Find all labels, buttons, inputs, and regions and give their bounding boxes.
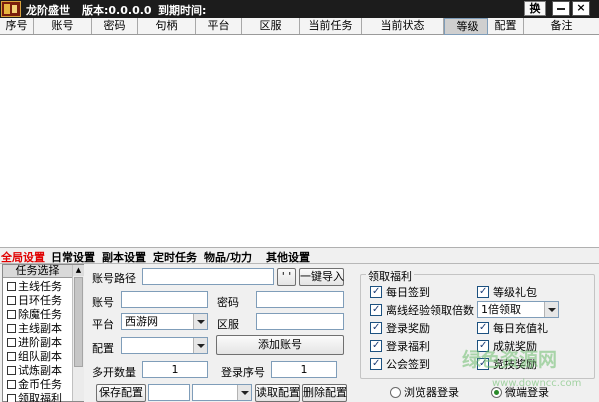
- checkbox-checked-icon[interactable]: [370, 357, 382, 370]
- col-index[interactable]: 序号: [0, 18, 34, 34]
- rewards-group-title: 领取福利: [366, 268, 414, 284]
- guild-signin-checkbox[interactable]: 公会签到: [370, 357, 430, 371]
- radio-icon[interactable]: [390, 387, 401, 398]
- switch-button[interactable]: 换: [524, 1, 546, 16]
- minimize-button[interactable]: [552, 1, 570, 16]
- login-reward-checkbox[interactable]: 登录奖励: [370, 321, 430, 335]
- close-button[interactable]: ×: [572, 1, 590, 16]
- col-server[interactable]: 区服: [242, 18, 300, 34]
- chevron-down-icon[interactable]: [193, 338, 207, 353]
- col-level[interactable]: 等级: [444, 18, 488, 35]
- checkbox-checked-icon[interactable]: [370, 285, 382, 298]
- config-slot-select[interactable]: [192, 384, 252, 401]
- app-logo-icon: [1, 1, 21, 17]
- login-seq-label: 登录序号: [221, 366, 265, 379]
- checkbox-icon[interactable]: [7, 324, 16, 333]
- task-select-list[interactable]: 任务选择 主线任务 日环任务 除魔任务 主线副本 进阶副本 组队副本 试炼副本 …: [2, 264, 84, 402]
- task-item[interactable]: 主线副本: [7, 323, 62, 336]
- account-input[interactable]: [121, 291, 208, 308]
- checkbox-icon[interactable]: [7, 352, 16, 361]
- grid-header: 序号 账号 密码 句柄 平台 区服 当前任务 当前状态 等级 配置 备注: [0, 18, 599, 35]
- chevron-down-icon[interactable]: [544, 302, 558, 317]
- checkbox-checked-icon[interactable]: [370, 339, 382, 352]
- watermark-logo: 绿色资源网: [462, 349, 558, 371]
- checkbox-icon[interactable]: [7, 380, 16, 389]
- col-password[interactable]: 密码: [92, 18, 138, 34]
- account-grid[interactable]: 序号 账号 密码 句柄 平台 区服 当前任务 当前状态 等级 配置 备注: [0, 18, 599, 248]
- col-remark[interactable]: 备注: [524, 18, 599, 34]
- browser-login-radio[interactable]: 浏览器登录: [390, 386, 459, 399]
- offline-multiplier-select[interactable]: 1倍领取: [477, 301, 559, 318]
- task-list-title: 任务选择: [3, 265, 72, 278]
- multi-count-input[interactable]: 1: [142, 361, 208, 378]
- app-name: 龙阶盛世: [26, 4, 70, 17]
- checkbox-checked-icon[interactable]: [370, 321, 382, 334]
- task-item[interactable]: 除魔任务: [7, 309, 62, 322]
- task-item[interactable]: 金币任务: [7, 379, 62, 392]
- login-seq-input[interactable]: 1: [271, 361, 337, 378]
- multi-count-label: 多开数量: [92, 366, 136, 379]
- minimize-icon: [557, 8, 565, 10]
- title-bar: 龙阶盛世 版本:0.0.0.0 到期时间: 换 ×: [0, 0, 599, 18]
- task-item[interactable]: 进阶副本: [7, 337, 62, 350]
- checkbox-icon[interactable]: [7, 310, 16, 319]
- checkbox-icon[interactable]: [7, 366, 16, 375]
- platform-select[interactable]: 西游网: [121, 313, 208, 330]
- one-click-import-button[interactable]: 一键导入: [299, 268, 344, 286]
- panel-divider: [0, 263, 599, 264]
- config-select[interactable]: [121, 337, 208, 354]
- login-welfare-checkbox[interactable]: 登录福利: [370, 339, 430, 353]
- account-label: 账号: [92, 296, 114, 309]
- col-platform[interactable]: 平台: [196, 18, 242, 34]
- col-current-status[interactable]: 当前状态: [362, 18, 444, 34]
- expiry-label: 到期时间:: [158, 4, 207, 17]
- task-item[interactable]: 主线任务: [7, 281, 62, 294]
- checkbox-icon[interactable]: [7, 394, 16, 402]
- account-path-label: 账号路径: [92, 272, 136, 285]
- col-handle[interactable]: 句柄: [138, 18, 196, 34]
- browse-button[interactable]: ' ': [277, 268, 296, 286]
- scroll-thumb[interactable]: [74, 277, 83, 367]
- platform-value: 西游网: [125, 315, 158, 328]
- config-label: 配置: [92, 342, 114, 355]
- task-item[interactable]: 领取福利: [7, 393, 62, 402]
- platform-label: 平台: [92, 318, 114, 331]
- col-current-task[interactable]: 当前任务: [300, 18, 362, 34]
- watermark-url: www.downcc.com: [492, 378, 582, 389]
- server-label: 区服: [217, 318, 239, 331]
- checkbox-checked-icon[interactable]: [370, 303, 382, 316]
- password-input[interactable]: [256, 291, 344, 308]
- account-path-input[interactable]: [142, 268, 274, 285]
- read-config-button[interactable]: 读取配置: [255, 384, 300, 402]
- add-account-button[interactable]: 添加账号: [216, 335, 344, 355]
- task-item[interactable]: 试炼副本: [7, 365, 62, 378]
- task-item[interactable]: 日环任务: [7, 295, 62, 308]
- level-gift-checkbox[interactable]: 等级礼包: [477, 285, 537, 299]
- checkbox-icon[interactable]: [7, 338, 16, 347]
- chevron-down-icon[interactable]: [193, 314, 207, 329]
- offline-exp-checkbox[interactable]: 离线经验领取倍数: [370, 303, 474, 317]
- offline-multiplier-value: 1倍领取: [481, 303, 521, 316]
- daily-recharge-checkbox[interactable]: 每日充值礼: [477, 321, 548, 335]
- col-account[interactable]: 账号: [34, 18, 92, 34]
- config-slot-input[interactable]: [148, 384, 190, 401]
- checkbox-checked-icon[interactable]: [477, 321, 489, 334]
- task-item[interactable]: 组队副本: [7, 351, 62, 364]
- col-config[interactable]: 配置: [488, 18, 524, 34]
- version-label: 版本:0.0.0.0: [82, 4, 152, 17]
- settings-tabs: 全局设置 日常设置 副本设置 定时任务 物品/功力 其他设置: [0, 249, 599, 264]
- password-label: 密码: [217, 296, 239, 309]
- checkbox-checked-icon[interactable]: [477, 285, 489, 298]
- save-config-button[interactable]: 保存配置: [96, 384, 146, 402]
- checkbox-icon[interactable]: [7, 296, 16, 305]
- task-list-scrollbar[interactable]: ▲: [72, 265, 84, 401]
- daily-signin-checkbox[interactable]: 每日签到: [370, 285, 430, 299]
- checkbox-icon[interactable]: [7, 282, 16, 291]
- server-input[interactable]: [256, 313, 344, 330]
- delete-config-button[interactable]: 删除配置: [302, 384, 347, 402]
- chevron-down-icon[interactable]: [237, 385, 251, 400]
- scroll-up-icon[interactable]: ▲: [73, 265, 84, 276]
